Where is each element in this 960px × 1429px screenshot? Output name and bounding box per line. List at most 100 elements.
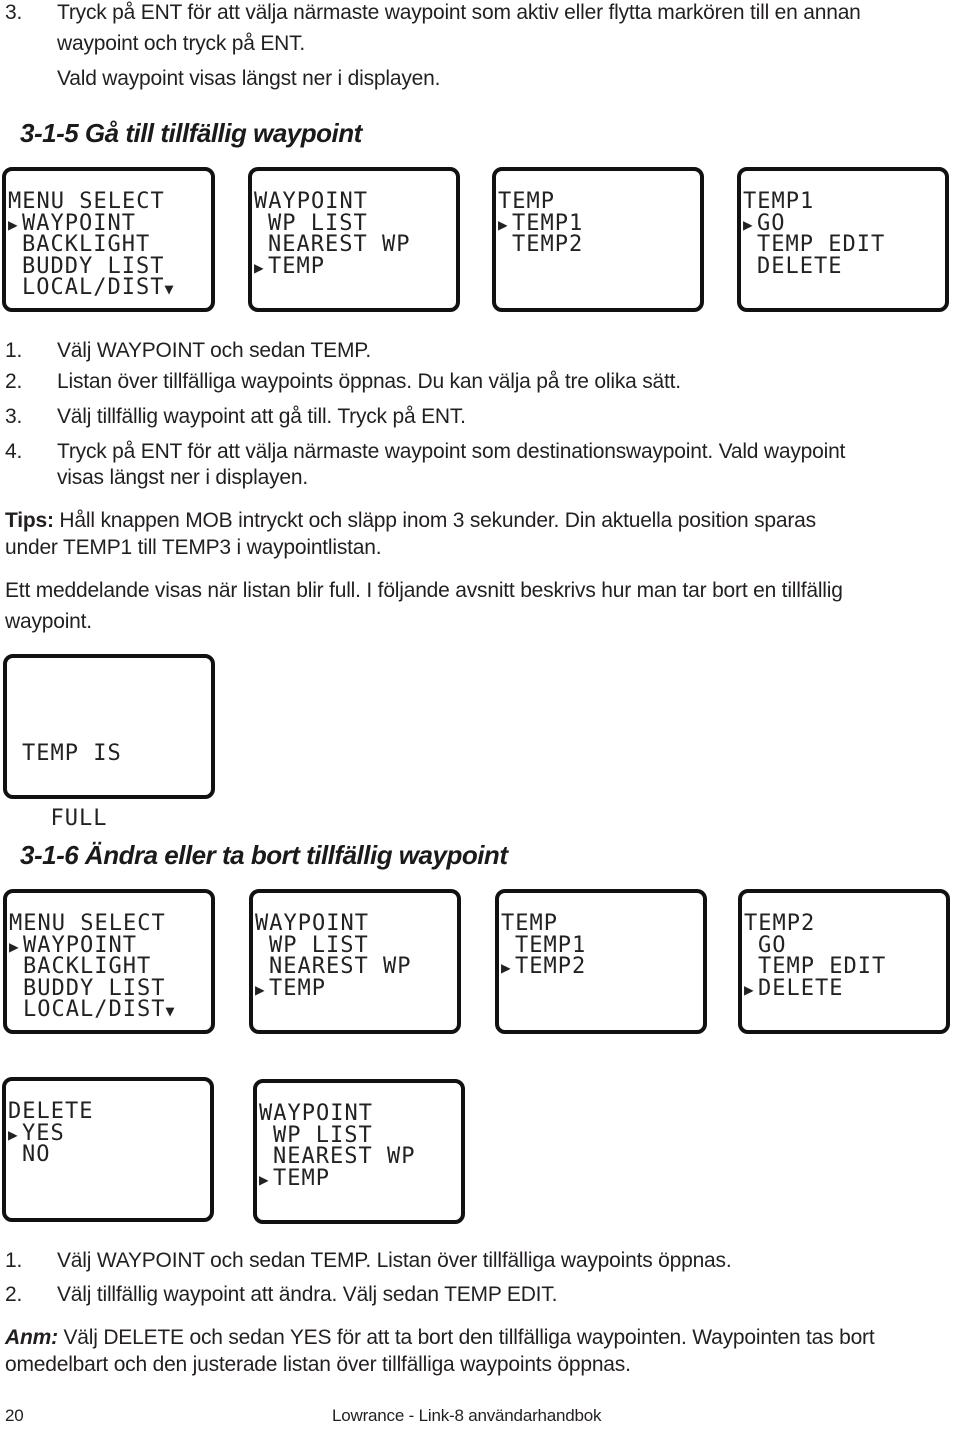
step-number: 2. bbox=[5, 370, 23, 393]
lcd-title: MENU SELECT bbox=[8, 189, 165, 214]
lcd-menu-item: NEAREST WP bbox=[254, 234, 410, 256]
cursor-arrow-icon: ▶ bbox=[744, 979, 755, 999]
note-text-cont: omedelbart och den justerade listan över… bbox=[5, 1353, 631, 1376]
lcd-menu-item: WP LIST bbox=[259, 1124, 415, 1146]
footer-title: Lowrance - Link-8 användarhandbok bbox=[332, 1406, 602, 1425]
cursor-arrow-icon: ▶ bbox=[9, 936, 20, 956]
cursor-arrow-icon: ▶ bbox=[8, 214, 19, 234]
lcd-menu-item: ▶ DELETE bbox=[744, 975, 886, 1001]
lcd-menu-item: LOCAL/DIST▼ bbox=[8, 277, 178, 299]
lcd-title: TEMP1 bbox=[743, 189, 815, 214]
lcd-menu-item: DELETE bbox=[743, 253, 885, 279]
lcd-screen-waypoint-after: WAYPOINT WP LIST NEAREST WP ▶ TEMP bbox=[253, 1079, 465, 1224]
step-text: Välj tillfällig waypoint att ändra. Välj… bbox=[57, 1283, 558, 1306]
step-text: Listan över tillfälliga waypoints öppnas… bbox=[57, 370, 681, 393]
tip-text-cont: under TEMP1 till TEMP3 i waypointlistan. bbox=[5, 536, 382, 559]
intro-step3-line2: waypoint och tryck på ENT. bbox=[57, 32, 306, 55]
step-number: 2. bbox=[5, 1283, 23, 1306]
note-paragraph: Anm: Välj DELETE och sedan YES för att t… bbox=[5, 1325, 875, 1351]
lcd-menu-item: BUDDY LIST bbox=[8, 255, 178, 277]
lcd-menu-item: NEAREST WP bbox=[259, 1146, 415, 1168]
step-text-cont: visas längst ner i displayen. bbox=[57, 466, 308, 489]
lcd-screen-menu-select: MENU SELECT ▶ WAYPOINT BACKLIGHT BUDDY LIST L… bbox=[2, 167, 215, 312]
lcd-menu-item: ▶ TEMP bbox=[254, 255, 410, 277]
lcd-menu-item-label: TEMP bbox=[273, 1165, 330, 1191]
lcd-menu-item: TEMP EDIT bbox=[744, 956, 886, 978]
lcd-message-line: TEMP IS bbox=[22, 741, 122, 766]
cursor-arrow-icon: ▶ bbox=[255, 979, 266, 999]
lcd-screen-waypoint: WAYPOINT WP LIST NEAREST WP ▶ TEMP bbox=[248, 167, 460, 312]
lcd-title: WAYPOINT bbox=[259, 1101, 373, 1126]
lcd-title: WAYPOINT bbox=[254, 189, 368, 214]
cursor-arrow-icon: ▶ bbox=[259, 1169, 270, 1189]
lcd-menu-item: ▶ WAYPOINT bbox=[8, 212, 178, 234]
note-line2: waypoint. bbox=[5, 610, 92, 633]
cursor-arrow-icon: ▶ bbox=[254, 257, 265, 277]
section-heading-316: 3-1-6 Ändra eller ta bort tillfällig way… bbox=[20, 840, 508, 870]
lcd-menu-item: TEMP1 bbox=[501, 934, 586, 956]
lcd-menu-item: ▶ WAYPOINT bbox=[9, 934, 179, 956]
step-number: 4. bbox=[5, 440, 23, 463]
lcd-menu-item-label: DELETE bbox=[757, 253, 843, 279]
lcd-title: TEMP bbox=[501, 911, 558, 936]
lcd-menu-item: ▶ TEMP bbox=[255, 975, 411, 1001]
lcd-title: MENU SELECT bbox=[9, 911, 166, 936]
step-number: 3. bbox=[5, 405, 23, 428]
lcd-menu-item: NO bbox=[8, 1144, 93, 1166]
lcd-menu-item: WP LIST bbox=[254, 212, 410, 234]
lcd-menu-item: ▶ TEMP2 bbox=[501, 956, 586, 978]
lcd-title: TEMP bbox=[498, 189, 555, 214]
lcd-menu-item-label: TEMP2 bbox=[515, 954, 587, 979]
lcd-menu-item: ▶ TEMP1 bbox=[498, 212, 583, 234]
step-number: 1. bbox=[5, 339, 23, 362]
lcd-screen-temp-full: TEMP IS FULL bbox=[3, 654, 215, 829]
lcd-screen-temp2: TEMP2 GO TEMP EDIT ▶ DELETE bbox=[738, 889, 950, 1034]
note-label: Anm: bbox=[5, 1326, 58, 1349]
lcd-menu-item: ▶ TEMP bbox=[259, 1165, 415, 1191]
lcd-menu-item: ▶ YES bbox=[8, 1122, 93, 1144]
lcd-screen-temp: TEMP TEMP1 ▶ TEMP2 bbox=[495, 889, 707, 1034]
lcd-menu-item: LOCAL/DIST▼ bbox=[9, 999, 179, 1021]
intro-step3-line3: Vald waypoint visas längst ner i display… bbox=[57, 67, 441, 90]
note-text: Välj DELETE och sedan YES för att ta bor… bbox=[57, 1326, 875, 1349]
tip-text: Håll knappen MOB intryckt och släpp inom… bbox=[53, 509, 816, 532]
step-number: 1. bbox=[5, 1249, 23, 1272]
lcd-menu-item: TEMP2 bbox=[498, 234, 583, 256]
step-text: Tryck på ENT för att välja närmaste wayp… bbox=[57, 440, 846, 463]
lcd-menu-item: WP LIST bbox=[255, 934, 411, 956]
lcd-screen-menu-select: MENU SELECT ▶ WAYPOINT BACKLIGHT BUDDY LIST L… bbox=[3, 889, 215, 1034]
lcd-screen-delete: DELETE ▶ YES NO bbox=[2, 1077, 214, 1222]
step-text: Välj WAYPOINT och sedan TEMP. Listan öve… bbox=[57, 1249, 732, 1272]
lcd-screen-temp: TEMP ▶ TEMP1 TEMP2 bbox=[492, 167, 704, 312]
section-heading-315: 3-1-5 Gå till tillfällig waypoint bbox=[20, 118, 362, 148]
lcd-menu-item-label: DELETE bbox=[758, 975, 844, 1001]
lcd-title: TEMP2 bbox=[744, 911, 816, 936]
lcd-menu-item: BACKLIGHT bbox=[8, 234, 178, 256]
lcd-menu-item-label: LOCAL/DIST bbox=[22, 275, 165, 300]
lcd-screen-waypoint: WAYPOINT WP LIST NEAREST WP ▶ TEMP bbox=[249, 889, 461, 1034]
lcd-menu-item-label: TEMP bbox=[269, 975, 326, 1001]
step-number: 3. bbox=[5, 1, 23, 24]
tip-label: Tips: bbox=[5, 509, 54, 532]
note-line1: Ett meddelande visas när listan blir ful… bbox=[5, 579, 843, 602]
scroll-down-icon: ▼ bbox=[164, 280, 175, 298]
cursor-arrow-icon: ▶ bbox=[8, 1124, 19, 1144]
lcd-menu-item-label: TEMP2 bbox=[512, 232, 584, 257]
lcd-message-line: FULL bbox=[22, 805, 108, 831]
lcd-menu-item: BACKLIGHT bbox=[9, 956, 179, 978]
lcd-menu-item: NEAREST WP bbox=[255, 956, 411, 978]
lcd-menu-item: BUDDY LIST bbox=[9, 977, 179, 999]
cursor-arrow-icon: ▶ bbox=[501, 958, 512, 977]
step-text: Välj WAYPOINT och sedan TEMP. bbox=[57, 339, 371, 362]
intro-step3-line1: Tryck på ENT för att välja närmaste wayp… bbox=[57, 1, 861, 24]
lcd-menu-item-label: NO bbox=[22, 1142, 51, 1167]
lcd-menu-item: TEMP EDIT bbox=[743, 234, 885, 256]
tip-paragraph: Tips: Håll knappen MOB intryckt och släp… bbox=[5, 508, 816, 534]
step-text: Välj tillfällig waypoint att gå till. Tr… bbox=[57, 405, 466, 428]
lcd-menu-item: ▶ GO bbox=[743, 212, 885, 234]
lcd-screen-temp1: TEMP1 ▶ GO TEMP EDIT DELETE bbox=[737, 167, 949, 312]
lcd-title: WAYPOINT bbox=[255, 911, 369, 936]
cursor-arrow-icon: ▶ bbox=[743, 214, 754, 234]
lcd-menu-item-label: LOCAL/DIST bbox=[23, 997, 166, 1022]
lcd-title: DELETE bbox=[8, 1099, 94, 1124]
